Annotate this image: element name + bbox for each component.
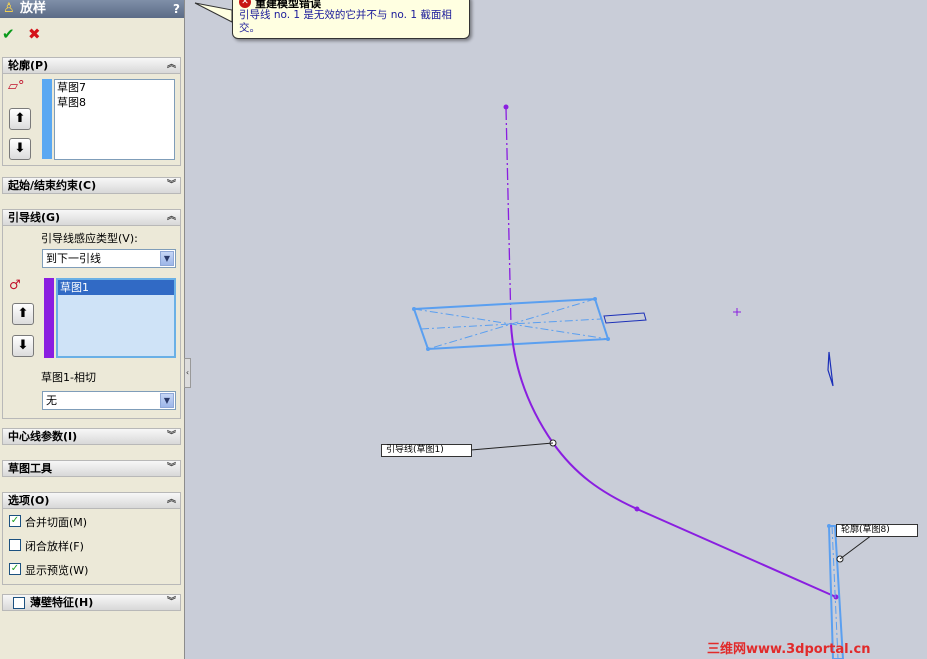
profile-vertex [827,524,831,528]
guide-list-item[interactable]: 草图1 [58,280,174,295]
guide-centerline [505,107,512,326]
profiles-color-bar [42,79,52,159]
guide-curves-section-body: 引导线感应类型(V): 到下一引线 ▼ ♂ ⬆ ⬇ 草图1 草图1-相切 无 ▼ [2,226,181,419]
profile-vertex [606,337,610,341]
profiles-list[interactable]: 草图7 草图8 [54,79,175,160]
callout-leader [470,442,554,451]
move-up-button[interactable]: ⬆ [12,303,34,325]
guide-tangency-label: 草图1-相切 [41,371,96,384]
profiles-section-body: ▱° ⬆ ⬇ 草图7 草图8 [2,74,181,166]
profile-callout[interactable]: 轮廓(草图8) [836,524,918,537]
profile-vertex [412,307,416,311]
thin-feature-header-label: 薄壁特征(H) [30,596,94,609]
guide-curves-list[interactable]: 草图1 [56,278,176,358]
profile-vertex [593,297,597,301]
rebuild-error-tooltip: ✕ 重建模型错误 引导线 no. 1 是无效的它并不与 no. 1 截面相交。 [232,0,470,39]
merge-tangent-checkbox[interactable]: ✓ [9,515,21,527]
help-button[interactable]: ? [173,1,180,17]
guides-color-bar [44,278,54,358]
thin-feature-header[interactable]: 薄壁特征(H) ︾ [2,594,181,611]
start-end-header-label: 起始/结束约束(C) [8,179,97,192]
cancel-x-icon[interactable]: ✖ [28,25,41,43]
expand-chevron-icon[interactable]: ︾ [167,429,176,444]
close-loft-checkbox[interactable] [9,539,21,551]
guide-curve-sketch1[interactable] [510,324,837,598]
options-section-header[interactable]: 选项(O) ︽ [2,492,181,509]
start-end-constraints-header[interactable]: 起始/结束约束(C) ︾ [2,177,181,194]
thin-feature-checkbox[interactable] [13,597,25,609]
plane-indicator [603,312,647,324]
guide-start-point [503,104,509,110]
property-manager: ♙ 放样 ? ✔ ✖ 轮廓(P) ︽ ▱° ⬆ ⬇ 草图7 草图8 起始/结束约… [0,0,185,659]
watermark: 三维网www.3dportal.cn [707,642,871,657]
profiles-section-header[interactable]: 轮廓(P) ︽ [2,57,181,74]
guide-selection-icon: ♂ [9,278,21,293]
guide-curves-section-header[interactable]: 引导线(G) ︽ [2,209,181,226]
loft-feature-icon: ♙ [3,1,15,16]
guide-curve-endpoint [833,594,839,600]
centerline-header-label: 中心线参数(I) [8,430,78,443]
error-message: 引导线 no. 1 是无效的它并不与 no. 1 截面相交。 [239,9,452,34]
expand-chevron-icon[interactable]: ︾ [167,461,176,476]
show-preview-label[interactable]: 显示预览(W) [25,562,88,578]
sketch-tools-header-label: 草图工具 [8,462,52,475]
guide-tangency-dropdown[interactable]: 无 ▼ [42,391,176,410]
property-manager-title: 放样 [20,1,47,16]
guide-callout[interactable]: 引导线(草图1) [381,444,472,457]
callout-leader [839,534,873,560]
profile-vertex [426,347,430,351]
ok-checkmark-icon[interactable]: ✔ [2,25,15,43]
expand-chevron-icon[interactable]: ︾ [167,178,176,193]
guide-influence-dropdown[interactable]: 到下一引线 ▼ [42,249,176,268]
guide-curves-header-label: 引导线(G) [8,211,61,224]
profiles-header-label: 轮廓(P) [8,59,49,72]
close-loft-label[interactable]: 闭合放样(F) [25,538,84,554]
panel-splitter-handle[interactable]: ‹ [184,358,191,388]
profile-selection-icon: ▱° [8,79,25,94]
profile-list-item[interactable]: 草图8 [55,95,174,110]
guide-influence-label: 引导线感应类型(V): [41,232,138,245]
error-icon: ✕ [239,0,251,8]
sketch-tools-header[interactable]: 草图工具 ︾ [2,460,181,477]
edge-marker [827,351,834,387]
expand-chevron-icon[interactable]: ︾ [167,595,176,610]
chevron-down-icon[interactable]: ▼ [160,251,174,266]
guide-influence-value: 到下一引线 [46,252,101,265]
merge-tangent-label[interactable]: 合并切面(M) [25,514,87,530]
guide-tangency-value: 无 [46,394,57,407]
guide-curve-point [634,506,640,512]
chevron-down-icon[interactable]: ▼ [160,393,174,408]
move-down-button[interactable]: ⬇ [9,138,31,160]
profile-list-item[interactable]: 草图7 [55,80,174,95]
collapse-chevron-icon[interactable]: ︽ [167,58,176,73]
property-manager-title-bar: ♙ 放样 ? [0,0,184,18]
options-header-label: 选项(O) [8,494,50,507]
options-section-body: ✓ 合并切面(M) 闭合放样(F) ✓ 显示预览(W) [2,509,181,585]
tooltip-pointer [194,2,233,23]
move-up-button[interactable]: ⬆ [9,108,31,130]
centerline-parameters-header[interactable]: 中心线参数(I) ︾ [2,428,181,445]
move-down-button[interactable]: ⬇ [12,335,34,357]
show-preview-checkbox[interactable]: ✓ [9,563,21,575]
collapse-chevron-icon[interactable]: ︽ [167,210,176,225]
collapse-chevron-icon[interactable]: ︽ [167,493,176,508]
